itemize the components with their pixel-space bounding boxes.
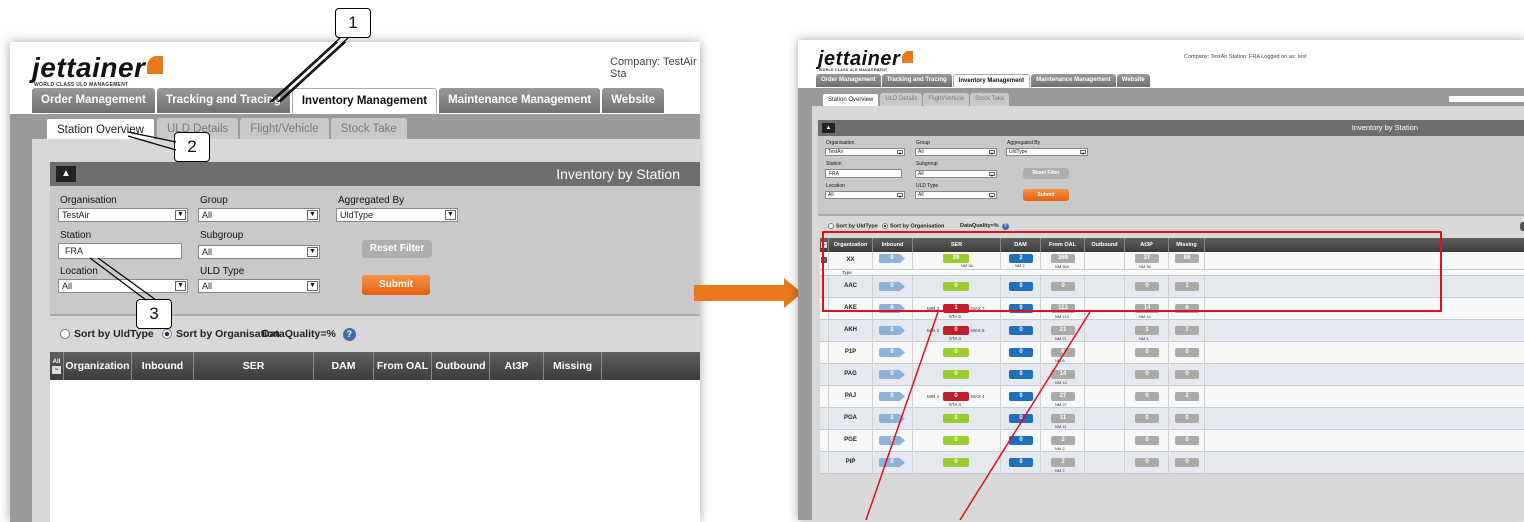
arrow-shaft [694,285,784,301]
left-screenshot: jettainer WORLD CLASS ULD MANAGEMENT Com… [10,42,700,522]
right-screenshot: jettainer WORLD CLASS ULD MANAGEMENT Com… [798,40,1524,520]
callout-1-leader [269,37,349,103]
highlight-leaders [865,311,1091,520]
callout-1-box: 1 [335,8,371,38]
callout-leaders [89,42,347,301]
